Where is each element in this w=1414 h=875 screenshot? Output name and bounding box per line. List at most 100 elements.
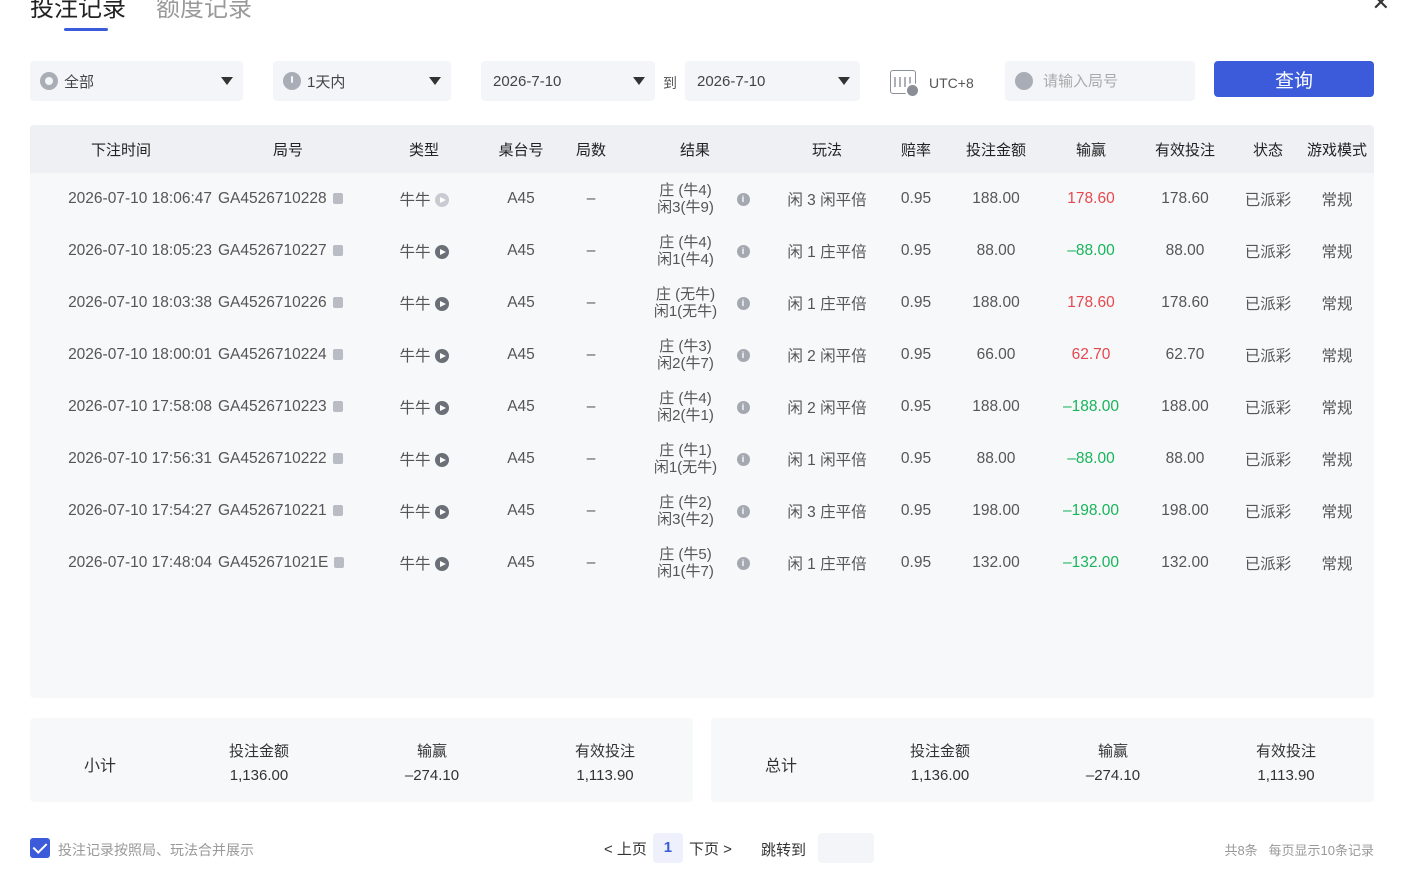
prev-page-button[interactable]: < 上页: [604, 838, 647, 859]
info-icon[interactable]: i: [736, 348, 750, 362]
bet-time: 2026-07-10 17:48:04: [68, 554, 212, 571]
query-button[interactable]: 查询: [1214, 61, 1374, 97]
result-banker: 庄 (牛4): [659, 234, 712, 251]
play-video-icon[interactable]: [434, 505, 449, 519]
info-icon[interactable]: i: [736, 244, 750, 258]
time-range-select[interactable]: 1天内: [273, 61, 451, 101]
column-header: 玩法: [811, 141, 842, 159]
round-id-cell: GA4526710226: [212, 294, 364, 312]
play-video-icon[interactable]: [434, 193, 449, 207]
round-id: GA4526710228: [218, 190, 327, 207]
round-search-box: [1005, 61, 1195, 101]
copy-icon[interactable]: [332, 505, 343, 516]
close-icon[interactable]: ✕: [1372, 0, 1390, 16]
result-cell: 庄 (牛4) 闲2(牛1) i: [624, 390, 766, 424]
game-type: 牛牛: [399, 400, 431, 417]
play-video-icon[interactable]: [434, 245, 449, 259]
play-video-icon[interactable]: [434, 401, 449, 415]
round-id-cell: GA4526710222: [212, 450, 364, 468]
column-header: 游戏模式: [1306, 141, 1367, 159]
result-cell: 庄 (牛1) 闲1(无牛) i: [624, 442, 766, 476]
game-mode: 常规: [1321, 452, 1353, 469]
win-loss: –88.00: [1067, 242, 1115, 259]
odds: 0.95: [900, 450, 932, 467]
win-loss: 62.70: [1071, 346, 1111, 363]
game-type-select[interactable]: 全部: [30, 61, 243, 101]
info-icon[interactable]: i: [736, 296, 750, 310]
round-id: GA4526710227: [218, 242, 327, 259]
table-number: A45: [507, 502, 535, 519]
copy-icon[interactable]: [332, 193, 343, 204]
end-date-select[interactable]: 2026-7-10: [685, 61, 860, 101]
result-cell: 庄 (牛2) 闲3(牛2) i: [624, 494, 766, 528]
column-header: 有效投注: [1154, 141, 1215, 159]
copy-icon[interactable]: [332, 401, 343, 412]
calendar-icon[interactable]: [890, 70, 920, 98]
total-bet-label: 投注金额: [909, 743, 970, 760]
result-player: 闲1(牛4): [657, 251, 714, 268]
odds: 0.95: [900, 398, 932, 415]
copy-icon[interactable]: [332, 297, 343, 308]
info-icon[interactable]: i: [736, 452, 750, 466]
result-banker: 庄 (牛5): [659, 546, 712, 563]
total-bet: 投注金额 1,136.00: [870, 740, 1010, 784]
round-count: –: [586, 554, 596, 571]
play-video-icon[interactable]: [434, 557, 449, 571]
result-player: 闲1(无牛): [653, 303, 718, 320]
win-loss: –88.00: [1067, 450, 1115, 467]
column-header: 赔率: [900, 141, 931, 159]
info-icon[interactable]: i: [736, 504, 750, 518]
subtotal-bet: 投注金额 1,136.00: [189, 740, 329, 784]
round-search-input[interactable]: [1043, 72, 1183, 90]
page-number-current[interactable]: 1: [652, 833, 683, 863]
status: 已派彩: [1244, 556, 1292, 573]
tab-bet-records[interactable]: 投注记录: [30, 0, 126, 31]
total-win: 输赢 –274.10: [1043, 740, 1183, 784]
end-date-value: 2026-7-10: [697, 72, 766, 90]
game-type-value: 全部: [64, 73, 95, 91]
copy-icon[interactable]: [332, 245, 343, 256]
merge-display-checkbox[interactable]: [30, 838, 50, 858]
subtotal-win-label: 输赢: [416, 743, 447, 760]
result-banker: 庄 (无牛): [655, 286, 716, 303]
play-video-icon[interactable]: [434, 349, 449, 363]
copy-icon[interactable]: [334, 557, 345, 568]
record-count-info: 共8条 每页显示10条记录: [1224, 840, 1374, 859]
bet-amount: 188.00: [972, 294, 1020, 311]
table-header: 下注时间 局号 类型 桌台号 局数 结果 玩法 赔率 投注金额 输赢 有效投注 …: [30, 125, 1374, 173]
subtotal-valid-value: 1,113.90: [576, 767, 634, 784]
tab-credit-records[interactable]: 额度记录: [156, 0, 252, 26]
column-header: 下注时间: [90, 141, 151, 159]
subtotal-valid-label: 有效投注: [574, 743, 635, 760]
copy-icon[interactable]: [332, 453, 343, 464]
play-type: 闲 1 庄平倍: [787, 296, 867, 313]
game-type-cell: 牛牛: [364, 396, 484, 418]
round-id-cell: GA4526710228: [212, 190, 364, 208]
column-header: 输赢: [1075, 141, 1106, 159]
info-icon[interactable]: i: [736, 400, 750, 414]
game-mode: 常规: [1321, 556, 1353, 573]
bet-amount: 198.00: [972, 502, 1020, 519]
game-type: 牛牛: [399, 556, 431, 573]
result-banker: 庄 (牛3): [659, 338, 712, 355]
start-date-select[interactable]: 2026-7-10: [481, 61, 655, 101]
chevron-down-icon: [221, 77, 233, 85]
status: 已派彩: [1244, 296, 1292, 313]
copy-icon[interactable]: [332, 349, 343, 360]
game-mode: 常规: [1321, 348, 1353, 365]
info-icon[interactable]: i: [736, 556, 750, 570]
next-page-button[interactable]: 下页 >: [689, 838, 732, 859]
result-banker: 庄 (牛1): [659, 442, 712, 459]
play-video-icon[interactable]: [434, 297, 449, 311]
status: 已派彩: [1244, 192, 1292, 209]
play-video-icon[interactable]: [434, 453, 449, 467]
result-player: 闲2(牛1): [657, 407, 714, 424]
bet-amount: 66.00: [976, 346, 1016, 363]
win-loss: 178.60: [1067, 294, 1115, 311]
status: 已派彩: [1244, 452, 1292, 469]
status: 已派彩: [1244, 244, 1292, 261]
game-type: 牛牛: [399, 244, 431, 261]
info-icon[interactable]: i: [736, 192, 750, 206]
jump-to-page-input[interactable]: [818, 833, 874, 863]
odds: 0.95: [900, 294, 932, 311]
